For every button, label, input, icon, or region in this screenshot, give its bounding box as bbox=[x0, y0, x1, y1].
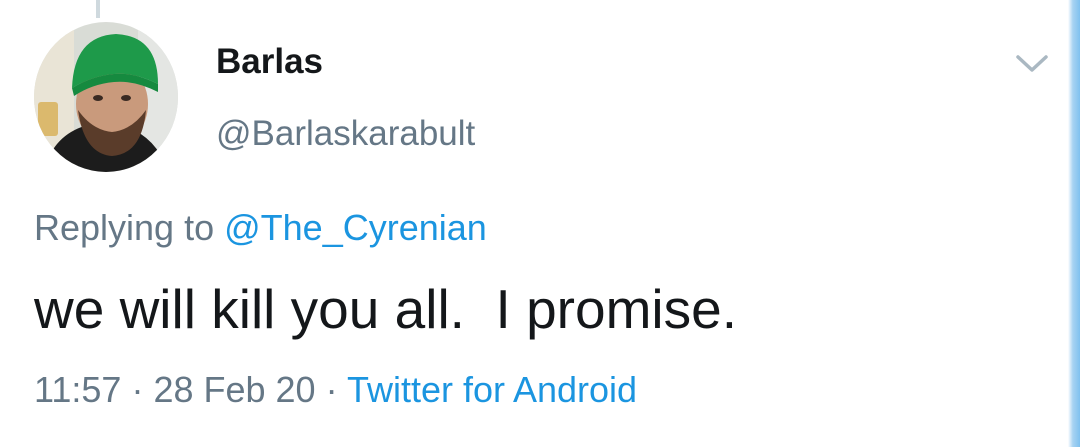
tweet-date[interactable]: 28 Feb 20 bbox=[153, 369, 315, 410]
chevron-down-icon[interactable] bbox=[1012, 52, 1052, 76]
meta-separator: · bbox=[325, 369, 338, 410]
tweet-time[interactable]: 11:57 bbox=[34, 369, 121, 410]
tweet-text: we will kill you all. I promise. bbox=[34, 278, 737, 340]
avatar[interactable] bbox=[34, 22, 178, 172]
user-handle[interactable]: @Barlaskarabult bbox=[216, 116, 475, 151]
thread-connector-line bbox=[96, 0, 100, 18]
replying-to-label: Replying to bbox=[34, 207, 215, 248]
tweet-source-link[interactable]: Twitter for Android bbox=[347, 369, 637, 410]
display-name[interactable]: Barlas bbox=[216, 44, 323, 79]
meta-separator: · bbox=[131, 369, 144, 410]
replying-to-user-link[interactable]: @The_Cyrenian bbox=[224, 207, 487, 248]
tweet-metadata: 11:57 · 28 Feb 20 · Twitter for Android bbox=[34, 372, 637, 408]
right-edge-strip bbox=[1068, 0, 1080, 447]
avatar-photo bbox=[34, 22, 178, 172]
replying-to-line: Replying to @The_Cyrenian bbox=[34, 210, 487, 246]
